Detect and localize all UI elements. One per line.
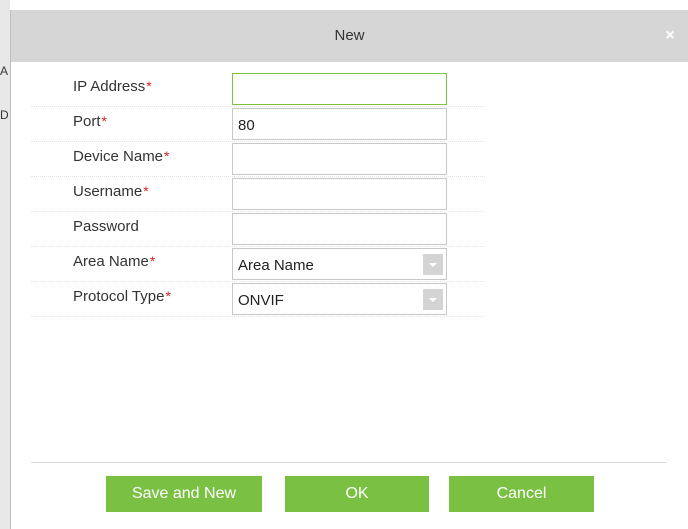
chevron-down-icon[interactable] xyxy=(423,289,443,310)
required-marker: * xyxy=(146,78,152,94)
area-name-select[interactable]: Area Name xyxy=(232,248,447,280)
form-row-port: Port* xyxy=(31,108,485,142)
form-row-protocol-type: Protocol Type* ONVIF xyxy=(31,283,485,317)
required-marker: * xyxy=(165,288,171,304)
protocol-type-selected-value: ONVIF xyxy=(238,292,284,309)
device-name-label: Device Name* xyxy=(73,148,170,165)
password-input[interactable] xyxy=(232,213,447,245)
required-marker: * xyxy=(149,253,156,269)
chevron-down-icon[interactable] xyxy=(423,254,443,275)
background-window-edge xyxy=(0,0,10,529)
port-label: Port* xyxy=(73,113,107,130)
required-marker: * xyxy=(101,113,107,129)
area-name-label: Area Name* xyxy=(73,253,156,270)
footer-divider xyxy=(31,462,666,463)
background-text-fragment: A xyxy=(0,64,9,78)
form-row-area-name: Area Name* Area Name xyxy=(31,248,485,282)
protocol-type-select[interactable]: ONVIF xyxy=(232,283,447,315)
ok-button[interactable]: OK xyxy=(285,476,429,512)
dialog-title: New xyxy=(334,27,365,44)
username-input[interactable] xyxy=(232,178,447,210)
new-device-dialog: New × IP Address* Port* Device Name* Use… xyxy=(10,10,688,529)
device-name-input[interactable] xyxy=(232,143,447,175)
background-text-fragment: D xyxy=(0,108,9,122)
password-label: Password xyxy=(73,218,139,235)
ip-address-label: IP Address* xyxy=(73,78,152,95)
cancel-button[interactable]: Cancel xyxy=(449,476,594,512)
required-marker: * xyxy=(143,183,149,199)
form-row-password: Password xyxy=(31,213,485,247)
area-name-selected-value: Area Name xyxy=(238,257,314,274)
username-label: Username* xyxy=(73,183,149,200)
form-row-device-name: Device Name* xyxy=(31,143,485,177)
form-row-ip-address: IP Address* xyxy=(31,73,485,107)
save-and-new-button[interactable]: Save and New xyxy=(106,476,262,512)
close-icon[interactable]: × xyxy=(658,24,682,48)
required-marker: * xyxy=(164,148,170,164)
protocol-type-label: Protocol Type* xyxy=(73,288,171,305)
port-input[interactable] xyxy=(232,108,447,140)
dialog-title-bar: New × xyxy=(11,10,688,62)
ip-address-input[interactable] xyxy=(232,73,447,105)
form-row-username: Username* xyxy=(31,178,485,212)
